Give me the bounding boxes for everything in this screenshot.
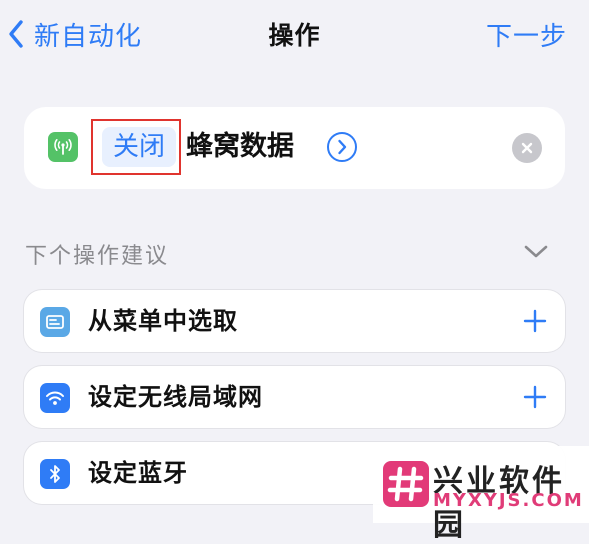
close-icon — [521, 142, 533, 154]
watermark: 兴业软件园 MYXYJS.COM — [373, 446, 589, 543]
next-button[interactable]: 下一步 — [486, 16, 567, 53]
plus-icon[interactable] — [522, 308, 548, 334]
hash-logo-icon — [383, 461, 429, 507]
menu-card-icon — [40, 307, 70, 337]
suggestion-choose-from-menu[interactable]: 从菜单中选取 — [24, 290, 565, 352]
watermark-url: MYXYJS.COM — [433, 490, 584, 511]
highlight-box — [91, 119, 181, 175]
chevron-down-icon — [524, 245, 548, 258]
suggestions-header: 下个操作建议 — [25, 244, 170, 269]
plus-icon[interactable] — [522, 384, 548, 410]
chevron-right-icon — [338, 139, 347, 155]
bluetooth-icon — [40, 459, 70, 489]
expand-action-button[interactable] — [327, 132, 357, 162]
suggestion-label: 设定无线局域网 — [88, 383, 263, 411]
suggestion-set-wifi[interactable]: 设定无线局域网 — [24, 366, 565, 428]
collapse-suggestions-button[interactable] — [523, 244, 549, 264]
suggestion-label: 从菜单中选取 — [88, 307, 238, 335]
action-card: 关闭 蜂窝数据 — [24, 107, 565, 189]
remove-action-button[interactable] — [512, 133, 542, 163]
wifi-icon — [40, 383, 70, 413]
cellular-antenna-icon — [48, 132, 78, 162]
action-text: 蜂窝数据 — [186, 131, 294, 162]
suggestion-label: 设定蓝牙 — [88, 459, 188, 487]
